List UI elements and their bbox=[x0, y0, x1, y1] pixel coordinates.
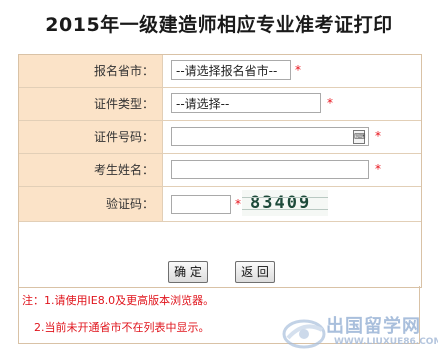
province-row: 报名省市： --请选择报名省市-- * bbox=[19, 55, 421, 88]
province-label: 报名省市： bbox=[19, 55, 163, 87]
cert-no-required-mark: * bbox=[375, 129, 381, 143]
captcha-image-text: 83409 bbox=[250, 193, 312, 213]
captcha-row: 验证码： * 83409 bbox=[19, 187, 421, 222]
cert-type-row: 证件类型： --请选择-- * bbox=[19, 88, 421, 121]
cert-type-select[interactable]: --请选择-- bbox=[171, 93, 321, 113]
note-line-1: 注：1.请使用IE8.0及更高版本浏览器。 bbox=[22, 294, 215, 307]
cert-type-required-mark: * bbox=[327, 96, 333, 110]
name-label: 考生姓名： bbox=[19, 154, 163, 186]
page-title: 2015年一级建造师相应专业准考证打印 bbox=[45, 14, 393, 36]
captcha-label: 验证码： bbox=[19, 187, 163, 221]
cert-type-label: 证件类型： bbox=[19, 88, 163, 120]
admission-ticket-form: 报名省市： --请选择报名省市-- * 证件类型： --请选择-- * 证件号码… bbox=[18, 54, 422, 288]
cert-no-label: 证件号码： bbox=[19, 121, 163, 153]
captcha-image[interactable]: 83409 bbox=[242, 190, 328, 216]
province-select[interactable]: --请选择报名省市-- bbox=[171, 60, 291, 80]
name-row: 考生姓名： * bbox=[19, 154, 421, 187]
note-line-2: 2.当前未开通省市不在列表中显示。 bbox=[34, 321, 210, 334]
name-required-mark: * bbox=[375, 162, 381, 176]
keyboard-icon[interactable]: ⌨ bbox=[353, 130, 366, 144]
confirm-button[interactable]: 确 定 bbox=[168, 261, 208, 283]
cert-no-input[interactable]: ⌨ bbox=[171, 127, 369, 146]
watermark-logo-icon bbox=[282, 319, 326, 349]
cert-no-row: 证件号码： ⌨ * bbox=[19, 121, 421, 154]
captcha-required-mark: * bbox=[235, 197, 241, 211]
back-button[interactable]: 返 回 bbox=[235, 261, 275, 283]
site-watermark: 出国留学网 WWW.LIUXUE86.COM bbox=[282, 310, 438, 353]
province-required-mark: * bbox=[295, 63, 301, 77]
captcha-input[interactable] bbox=[171, 195, 231, 214]
watermark-url: WWW.LIUXUE86.COM bbox=[334, 337, 438, 347]
watermark-name: 出国留学网 bbox=[326, 316, 421, 337]
name-input[interactable] bbox=[171, 160, 369, 179]
